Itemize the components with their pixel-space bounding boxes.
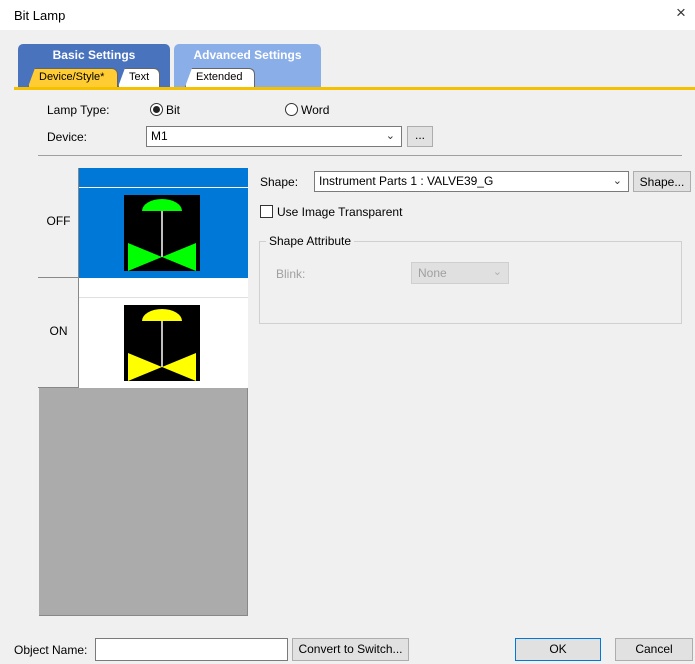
tab-underline: [14, 87, 695, 90]
lamp-type-bit-radio[interactable]: [150, 103, 163, 116]
state-on-label: ON: [49, 324, 68, 338]
lamp-type-bit-label: Bit: [166, 103, 181, 117]
blink-label: Blink:: [276, 267, 306, 281]
shape-value: Instrument Parts 1 : VALVE39_G: [319, 174, 494, 188]
object-name-input[interactable]: [95, 638, 288, 661]
valve-off-image: [124, 195, 200, 271]
shape-combobox[interactable]: Instrument Parts 1 : VALVE39_G ⌄: [314, 171, 629, 192]
state-off-label: OFF: [46, 214, 71, 228]
device-browse-button[interactable]: ...: [407, 126, 433, 147]
chevron-down-icon: ⌄: [385, 130, 395, 142]
chevron-down-icon: ⌄: [612, 175, 622, 187]
state-off-cell[interactable]: OFF: [38, 168, 79, 278]
subtab-text[interactable]: Text: [118, 68, 160, 87]
subtab-extended[interactable]: Extended: [185, 68, 255, 87]
cancel-button[interactable]: Cancel: [615, 638, 693, 661]
device-label: Device:: [47, 130, 88, 144]
convert-to-switch-button[interactable]: Convert to Switch...: [292, 638, 409, 661]
lamp-type-label: Lamp Type:: [47, 103, 110, 117]
valve-off-icon: [128, 199, 196, 271]
subtab-device-style[interactable]: Device/Style*: [28, 68, 118, 87]
object-name-label: Object Name:: [14, 643, 88, 657]
shape-attribute-title: Shape Attribute: [266, 234, 355, 248]
close-icon[interactable]: ×: [676, 4, 686, 22]
use-image-transparent-checkbox[interactable]: [260, 205, 273, 218]
lamp-type-word-radio[interactable]: [285, 103, 298, 116]
device-value: M1: [151, 129, 168, 143]
device-combobox[interactable]: M1 ⌄: [146, 126, 402, 147]
blink-select[interactable]: None ⌄: [411, 262, 509, 284]
tab-advanced-settings-label: Advanced Settings: [193, 48, 302, 62]
window-title: Bit Lamp: [14, 8, 66, 23]
row-divider: [79, 297, 248, 298]
state-off-preview[interactable]: [79, 168, 248, 278]
shape-label: Shape:: [260, 175, 299, 189]
ok-button[interactable]: OK: [515, 638, 601, 661]
use-image-transparent-label: Use Image Transparent: [277, 205, 403, 219]
lamp-type-word-label: Word: [301, 103, 330, 117]
selection-divider: [79, 187, 248, 188]
valve-on-icon: [128, 309, 196, 381]
state-on-preview[interactable]: [79, 278, 248, 388]
shape-button[interactable]: Shape...: [633, 171, 691, 192]
tab-basic-settings-label: Basic Settings: [52, 48, 136, 62]
chevron-down-icon: ⌄: [492, 266, 502, 278]
valve-on-image: [124, 305, 200, 381]
state-on-cell[interactable]: ON: [38, 278, 79, 388]
blink-value: None: [418, 266, 447, 280]
separator: [38, 155, 682, 156]
